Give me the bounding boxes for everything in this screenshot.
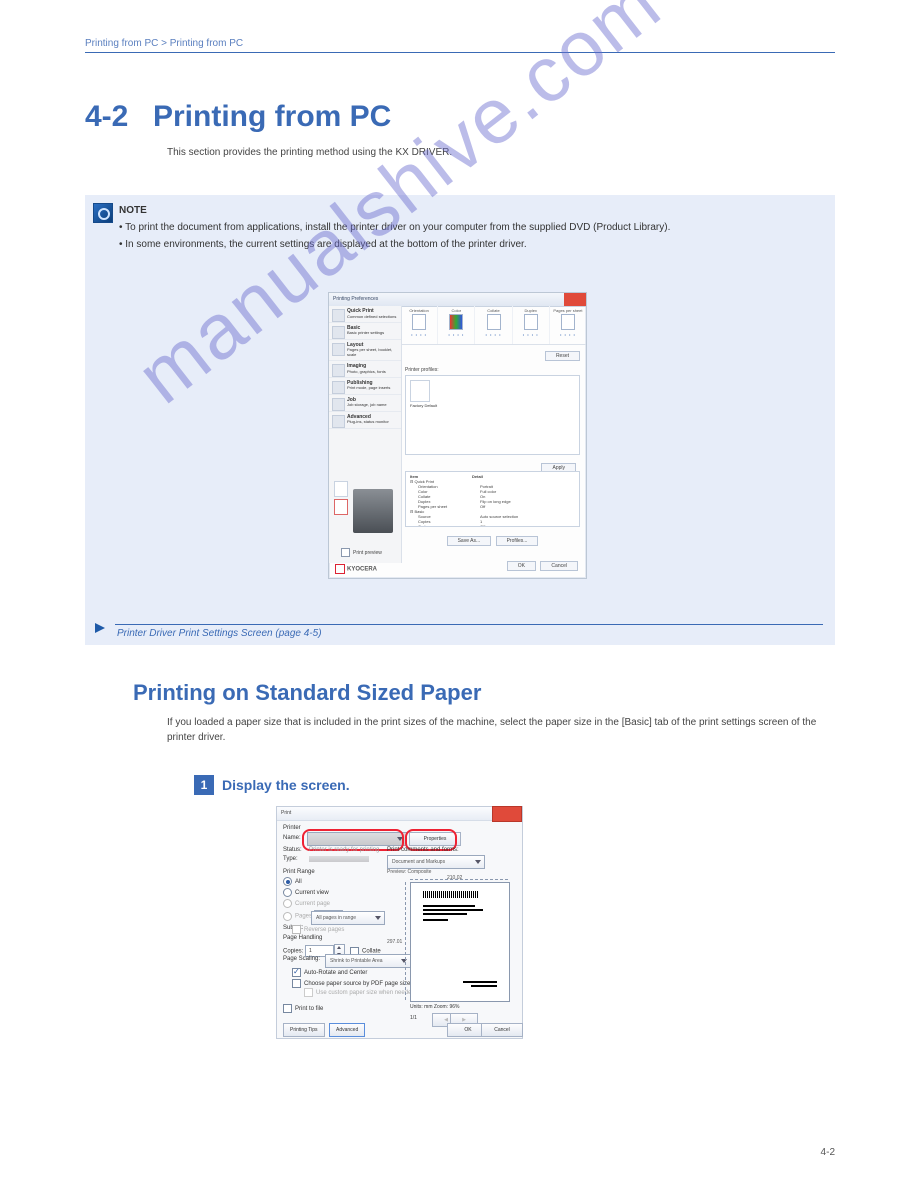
scaling-select[interactable]: Shrink to Printable Area bbox=[325, 954, 411, 968]
reference-rule bbox=[115, 624, 823, 625]
check-autorotate[interactable]: Auto-Rotate and Center bbox=[292, 968, 367, 977]
type-value bbox=[309, 856, 369, 862]
settings-summary: ItemDetail ⊟ Quick Print OrientationPort… bbox=[405, 471, 580, 543]
tab-icon bbox=[332, 343, 345, 356]
name-label: Name: bbox=[283, 835, 301, 841]
comments-label: Print comments and forms: bbox=[387, 847, 459, 853]
check-custom-size: Use custom paper size when needed bbox=[304, 988, 415, 997]
printer-image bbox=[353, 489, 393, 533]
note-icon bbox=[93, 203, 113, 223]
running-header: Printing from PC > Printing from PC bbox=[85, 38, 835, 53]
tab-icon bbox=[332, 381, 345, 394]
status-value: Printer is ready for printing bbox=[309, 847, 379, 853]
screenshot-print-dialog: Print Printer Name: Properties Status: P… bbox=[276, 806, 523, 1039]
profiles-button[interactable]: Profiles... bbox=[496, 536, 539, 546]
sidebar-item-job[interactable]: JobJob storage, job name bbox=[329, 395, 401, 412]
step-number: 1 bbox=[194, 775, 214, 795]
subsection-paragraph: If you loaded a paper size that is inclu… bbox=[167, 715, 818, 745]
note-line-2: In some environments, the current settin… bbox=[125, 239, 526, 250]
section-number: 4-2 bbox=[85, 100, 128, 134]
tab-collate[interactable]: Collate• • • • bbox=[475, 306, 512, 344]
page-number: 4-2 bbox=[821, 1147, 835, 1158]
check-choose-paper[interactable]: Choose paper source by PDF page size bbox=[292, 979, 410, 988]
tab-duplex[interactable]: Duplex• • • • bbox=[513, 306, 550, 344]
thumb-column bbox=[334, 481, 348, 517]
subsection-title: Printing on Standard Sized Paper bbox=[133, 680, 481, 706]
tab-icon bbox=[332, 364, 345, 377]
sidebar-item-quickprint[interactable]: Quick PrintCommon defined selections bbox=[329, 306, 401, 323]
sidebar-item-publishing[interactable]: PublishingPrint mode, page inserts bbox=[329, 378, 401, 395]
page-thumb[interactable] bbox=[334, 499, 348, 515]
advanced-button[interactable]: Advanced bbox=[329, 1023, 365, 1037]
profiles-label: Printer profiles: bbox=[405, 367, 439, 373]
screenshot-printing-preferences: Printing Preferences Quick PrintCommon d… bbox=[328, 292, 587, 579]
radio-all[interactable]: All bbox=[283, 877, 393, 886]
profiles-list[interactable]: Factory Default bbox=[405, 375, 580, 455]
pages-indicator: 1/1 bbox=[410, 1015, 417, 1021]
tab-icon bbox=[332, 326, 345, 339]
dialog-title: Printing Preferences bbox=[329, 293, 586, 307]
preview-width: 210.02 bbox=[447, 875, 462, 881]
zoom-label: Units: mm Zoom: 96% bbox=[410, 1004, 459, 1010]
note-body: NOTE • To print the document from applic… bbox=[119, 203, 815, 252]
preview-box bbox=[410, 882, 510, 1002]
printer-group-label: Printer bbox=[283, 825, 301, 831]
page-thumb[interactable] bbox=[334, 481, 348, 497]
tab-icon bbox=[332, 415, 345, 428]
radio-current-page: Current page bbox=[283, 899, 393, 908]
sidebar-item-basic[interactable]: BasicBasic printer settings bbox=[329, 323, 401, 340]
radio-current-view[interactable]: Current view bbox=[283, 888, 393, 897]
print-preview-check[interactable]: Print preview bbox=[341, 548, 382, 557]
check-print-to-file[interactable]: Print to file bbox=[283, 1004, 323, 1013]
running-header-left: Printing from PC > Printing from PC bbox=[85, 38, 243, 49]
reset-button[interactable]: Reset bbox=[545, 351, 580, 361]
tab-pps[interactable]: Pages per sheet• • • • bbox=[550, 306, 586, 344]
type-label: Type: bbox=[283, 856, 298, 862]
status-label: Status: bbox=[283, 847, 302, 853]
step-title: Display the screen. bbox=[222, 777, 350, 793]
sidebar-item-advanced[interactable]: AdvancedPlug-ins, status monitor bbox=[329, 412, 401, 429]
preview-height: 297.01 bbox=[387, 939, 402, 945]
preview-barcode bbox=[423, 891, 478, 898]
printing-tips-button[interactable]: Printing Tips bbox=[283, 1023, 325, 1037]
subset-select[interactable]: All pages in range bbox=[311, 911, 385, 925]
comments-select[interactable]: Document and Markups bbox=[387, 855, 485, 869]
cancel-button[interactable]: Cancel bbox=[540, 561, 578, 571]
tab-icon bbox=[332, 309, 345, 322]
close-icon[interactable] bbox=[492, 806, 522, 822]
range-heading: Print Range bbox=[283, 869, 393, 875]
handling-heading: Page Handling bbox=[283, 935, 322, 941]
quickprint-tabs: Orientation• • • • Color• • • • Collate•… bbox=[401, 306, 586, 345]
sidebar-item-layout[interactable]: LayoutPages per sheet, booklet, scale bbox=[329, 340, 401, 361]
cancel-button[interactable]: Cancel bbox=[481, 1023, 523, 1037]
reference-link[interactable]: Printer Driver Print Settings Screen (pa… bbox=[117, 628, 322, 639]
copies-label: Copies: bbox=[283, 949, 303, 955]
scaling-label: Page Scaling: bbox=[283, 956, 320, 962]
profile-thumb[interactable] bbox=[410, 380, 430, 402]
note-line-1: To print the document from applications,… bbox=[125, 222, 670, 233]
check-reverse: Reverse pages bbox=[292, 925, 344, 934]
saveas-button[interactable]: Save As... bbox=[447, 536, 492, 546]
ok-button[interactable]: OK bbox=[507, 561, 536, 571]
section-title: Printing from PC bbox=[153, 100, 391, 134]
brand-label: KYOCERA bbox=[335, 564, 377, 574]
preview-label: Preview: Composite bbox=[387, 869, 431, 875]
arrow-icon bbox=[95, 623, 105, 633]
sidebar-item-imaging[interactable]: ImagingPhoto, graphics, fonts bbox=[329, 361, 401, 378]
brand-icon bbox=[335, 564, 345, 574]
dialog-title: Print bbox=[277, 807, 522, 821]
note-heading: NOTE bbox=[119, 203, 815, 218]
tab-orientation[interactable]: Orientation• • • • bbox=[401, 306, 438, 344]
tab-icon bbox=[332, 398, 345, 411]
profile-name: Factory Default bbox=[410, 403, 437, 408]
tab-color[interactable]: Color• • • • bbox=[438, 306, 475, 344]
note-box: NOTE • To print the document from applic… bbox=[85, 195, 835, 645]
close-icon[interactable] bbox=[564, 293, 586, 306]
intro-paragraph: This section provides the printing metho… bbox=[167, 145, 818, 160]
